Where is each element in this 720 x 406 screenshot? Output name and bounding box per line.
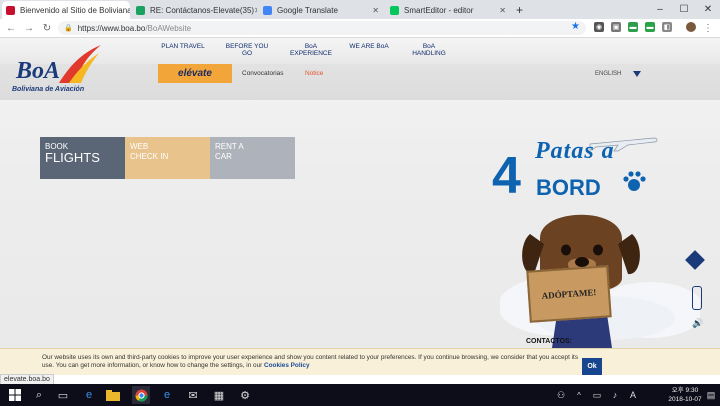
tile-line1: RENT A [215,142,244,151]
cookie-text: Our website uses its own and third-party… [42,354,579,369]
tab-contactanos[interactable]: RE: Contáctanos-Elevate(35) ✕ [132,1,257,19]
tab-label: SmartEditor - editor [404,5,474,15]
extension-icon[interactable]: ◧ [662,22,672,32]
boa-logo-bird-icon [59,45,101,83]
extension-icon[interactable]: ▣ [611,22,621,32]
book-flights-tile[interactable]: BOOK FLIGHTS [40,137,125,179]
url-prefix: https://www.boa.bo [77,23,146,33]
tab-label: RE: Contáctanos-Elevate(35) [150,5,255,15]
nav-plan-travel[interactable]: PLAN TRAVEL [160,43,206,50]
close-icon[interactable]: ✕ [499,6,506,15]
minimize-icon[interactable]: – [648,0,672,19]
close-icon[interactable]: ✕ [372,6,379,15]
tile-line2: CAR [215,152,232,161]
back-icon[interactable]: ← [4,19,18,37]
language-select[interactable]: ENGLISH [595,71,621,77]
ime-icon[interactable]: A [624,386,642,404]
search-icon[interactable]: ⌕ [30,386,48,404]
ie-icon[interactable]: e [158,386,176,404]
nav-boa-handling[interactable]: BoA HANDLING [406,43,452,57]
maximize-icon[interactable]: ☐ [672,0,696,19]
promo-number: 4 [492,147,521,205]
address-bar[interactable]: 🔒 https://www.boa.bo/BoAWebsite [58,21,586,35]
nav-boa-experience[interactable]: BoA EXPERIENCE [288,43,334,57]
tab-google-translate[interactable]: Google Translate ✕ [259,1,384,19]
logo-text[interactable]: BoA [16,58,60,85]
site-nav-band [0,38,720,64]
nav-before-you-go[interactable]: BEFORE YOU GO [222,43,272,57]
tile-line2: FLIGHTS [45,150,100,165]
paw-icon [623,171,646,191]
notification-icon[interactable]: ▤ [702,386,720,404]
web-check-in-tile[interactable]: WEB CHECK IN [125,137,210,179]
promo-patas-text: Patas a [535,138,615,164]
network-icon[interactable]: ▭ [588,386,606,404]
tile-line1: WEB [130,142,149,151]
task-view-icon[interactable]: ▭ [54,386,72,404]
file-explorer-icon[interactable] [104,386,122,404]
close-icon[interactable]: ✕ [254,6,257,15]
cookies-policy-link[interactable]: Cookies Policy [264,362,309,369]
window-close-icon[interactable]: ✕ [696,0,720,19]
mail-favicon-icon [136,5,145,15]
obras-icon [692,286,702,310]
people-icon[interactable]: ⚇ [552,386,570,404]
rent-a-car-tile[interactable]: RENT A CAR [210,137,295,179]
store-icon[interactable]: ▦ [210,386,228,404]
url-path: /BoAWebsite [145,23,192,33]
reload-icon[interactable]: ↻ [40,19,54,37]
edge-icon[interactable]: e [80,386,98,404]
cookie-message: Our website uses its own and third-party… [42,354,582,370]
tab-label: Bienvenido al Sitio de Boliviana [20,5,130,15]
editor-favicon-icon [390,5,399,15]
adoptame-sign: ADÓPTAME! [526,265,612,323]
avatar[interactable] [686,22,696,32]
volume-icon[interactable]: ♪ [606,386,624,404]
elevate-tab[interactable]: elévate [158,64,232,83]
windows-start-icon[interactable] [6,386,24,404]
mail-icon[interactable]: ✉ [184,386,202,404]
boa-favicon-icon [6,5,15,15]
subnav-notice[interactable]: Notice [305,70,323,77]
logo-subtitle: Boliviana de Aviación [12,86,85,93]
tab-smarteditor[interactable]: SmartEditor - editor ✕ [386,1,511,19]
translate-favicon-icon [263,5,272,15]
page-content: BoA Boliviana de Aviación PLAN TRAVEL BE… [0,38,720,375]
tab-boa[interactable]: Bienvenido al Sitio de Boliviana ✕ [2,1,130,19]
contacts-label: CONTACTOS: [526,338,573,345]
nav-we-are-boa[interactable]: WE ARE BoA [346,43,392,50]
tab-label: Google Translate [277,5,338,15]
new-tab-button[interactable]: + [514,1,530,19]
subnav-convocatorias[interactable]: Convocatorias [242,70,284,77]
settings-gear-icon[interactable]: ⚙ [236,386,254,404]
extension-icon[interactable]: ▬ [645,22,655,32]
chevron-up-icon[interactable]: ^ [570,386,588,404]
chevron-down-icon[interactable] [633,71,641,77]
bookmark-star-icon[interactable]: ★ [571,21,580,32]
extension-icon[interactable]: ◉ [594,22,604,32]
chrome-icon[interactable] [132,386,150,404]
menu-kebab-icon[interactable]: ⋮ [701,19,715,37]
cookie-ok-button[interactable]: Ok [582,358,602,375]
tile-line2: CHECK IN [130,152,169,161]
extension-icon[interactable]: ▬ [628,22,638,32]
forward-icon[interactable]: → [22,19,36,37]
lock-icon: 🔒 [64,25,73,32]
speaker-icon[interactable]: 🔊 [692,318,703,329]
